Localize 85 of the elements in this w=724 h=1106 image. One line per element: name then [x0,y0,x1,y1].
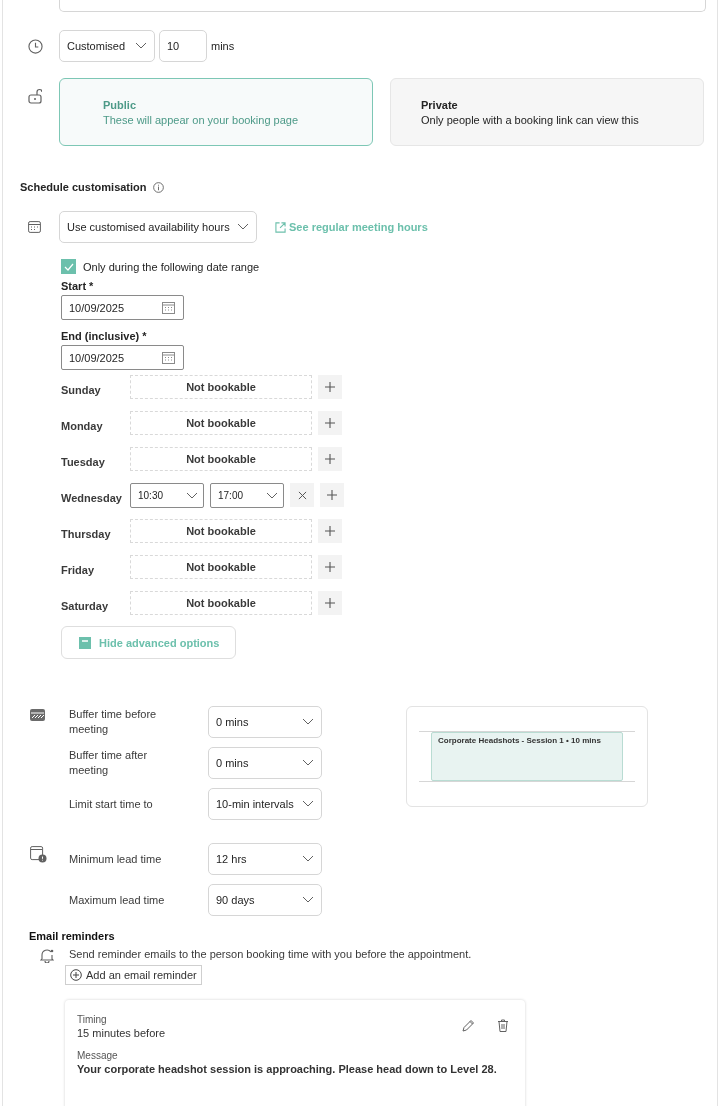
calendar-alert-icon [30,846,47,863]
day-label: Friday [61,564,95,576]
add-reminder-button[interactable]: Add an email reminder [65,965,202,985]
reminder-description: Send reminder emails to the person booking time with you before the appointment. [69,948,472,960]
plus-icon [325,526,335,536]
start-label: Start * [61,280,94,292]
day-label: Saturday [61,600,110,612]
day-label: Sunday [61,384,102,396]
chevron-down-icon [302,800,314,808]
plus-icon [325,418,335,428]
plus-circle-icon [70,969,82,981]
chevron-down-icon [302,759,314,767]
unlocked-padlock-icon [28,88,42,104]
chevron-down-icon [237,223,249,231]
plus-icon [325,454,335,464]
setting-label: Buffer time before meeting [69,707,158,737]
plus-icon [325,382,335,392]
edit-icon[interactable] [462,1019,475,1032]
add-button[interactable] [318,555,342,579]
add-button[interactable] [318,447,342,471]
close-icon [297,490,307,500]
duration-unit: mins [211,40,235,52]
chevron-down-icon [302,896,314,904]
start-time-dropdown[interactable]: 10:30 [130,483,204,508]
delete-icon[interactable] [497,1019,509,1032]
location-field[interactable] [59,0,706,12]
section-heading: Email reminders [29,930,115,942]
day-label: Wednesday [61,492,123,504]
not-bookable-slot: Not bookable [130,555,312,579]
not-bookable-slot: Not bookable [130,519,312,543]
add-button[interactable] [320,483,344,507]
setting-label: Limit start time to [69,796,154,812]
checkbox[interactable] [61,259,76,274]
minus-square-icon [79,636,91,649]
calendar-icon[interactable] [162,351,175,364]
calendar-icon [28,221,41,233]
checkbox-label: Only during the following date range [83,260,260,273]
clock-icon [28,38,43,54]
setting-label: Maximum lead time [69,892,166,908]
plus-icon [327,490,337,500]
field-label: Message [77,1050,118,1061]
end-time-dropdown[interactable]: 17:00 [210,483,284,508]
duration-input[interactable]: 10 [159,30,207,62]
info-icon[interactable] [152,181,164,193]
day-label: Monday [61,420,104,432]
not-bookable-slot: Not bookable [130,447,312,471]
start-date-field[interactable]: 10/09/2025 [61,295,184,320]
bell-icon [40,948,54,963]
add-button[interactable] [318,591,342,615]
buffer-icon [30,709,45,721]
section-heading: Schedule customisation [20,181,147,193]
end-label: End (inclusive) * [61,330,147,342]
not-bookable-slot: Not bookable [130,591,312,615]
visibility-option[interactable]: Private Only people with a booking link can view this [390,78,704,146]
chevron-down-icon [302,855,314,863]
add-button[interactable] [318,375,342,399]
not-bookable-slot: Not bookable [130,375,312,399]
setting-dropdown[interactable]: 0 mins [208,706,322,738]
setting-label: Minimum lead time [69,851,163,867]
calendar-icon[interactable] [162,301,175,314]
setting-label: Buffer time after meeting [69,748,149,778]
day-label: Tuesday [61,456,106,468]
end-date-field[interactable]: 10/09/2025 [61,345,184,370]
chevron-down-icon [186,491,198,500]
remove-button[interactable] [290,483,314,507]
chevron-down-icon [135,42,147,50]
external-link-icon [275,221,286,233]
setting-dropdown[interactable]: 0 mins [208,747,322,779]
event-title: Corporate Headshots - Session 1 • 10 mins [438,736,601,745]
setting-dropdown[interactable]: 90 days [208,884,322,916]
plus-icon [325,598,335,608]
day-label: Thursday [61,528,112,540]
not-bookable-slot: Not bookable [130,411,312,435]
add-button[interactable] [318,519,342,543]
availability-dropdown[interactable]: Use customised availability hours [59,211,257,243]
setting-dropdown[interactable]: 12 hrs [208,843,322,875]
timing-value: 15 minutes before [77,1027,167,1039]
duration-dropdown[interactable]: Customised [59,30,155,62]
setting-dropdown[interactable]: 10-min intervals [208,788,322,820]
chevron-down-icon [302,718,314,726]
message-value: Your corporate headshot session is approaching. Please head down to Level 28. [77,1063,497,1075]
field-label: Timing [77,1014,108,1025]
plus-icon [325,562,335,572]
add-button[interactable] [318,411,342,435]
chevron-down-icon [266,491,278,500]
